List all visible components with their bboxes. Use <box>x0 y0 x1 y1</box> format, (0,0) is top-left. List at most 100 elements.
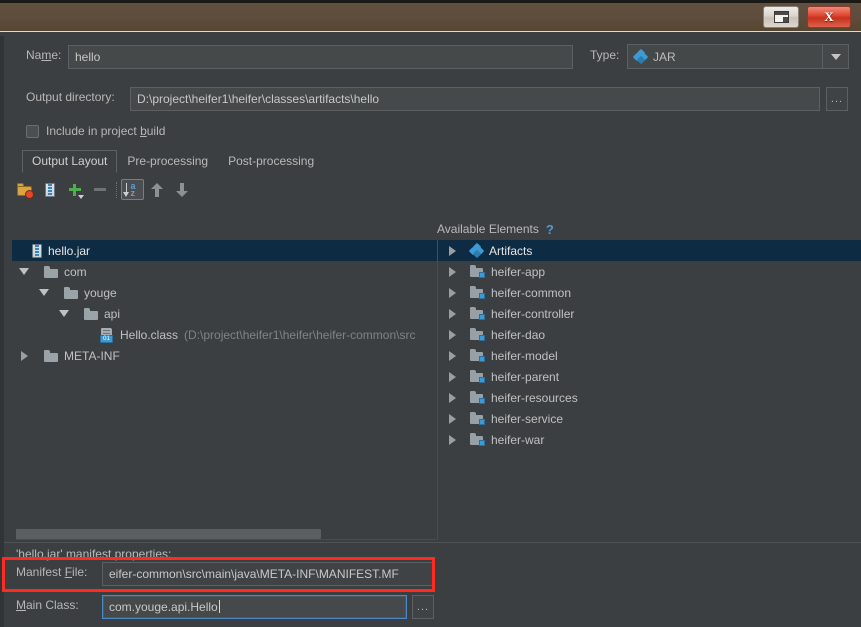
move-down-button[interactable] <box>169 179 194 201</box>
window-titlebar: X <box>0 0 861 32</box>
tree-row[interactable]: heifer-resources <box>438 387 861 408</box>
chevron-right-icon <box>448 245 456 256</box>
main-class-label: Main Class: <box>16 598 79 612</box>
tree-row[interactable]: heifer-model <box>438 345 861 366</box>
module-icon <box>470 328 485 341</box>
chevron-down-icon <box>830 53 841 60</box>
module-icon <box>470 433 485 446</box>
add-directory-button[interactable] <box>12 179 37 201</box>
output-directory-browse-button[interactable]: ... <box>826 87 848 111</box>
tree-row[interactable]: heifer-dao <box>438 324 861 345</box>
tree-twisty-collapsed[interactable] <box>444 308 460 319</box>
close-button[interactable]: X <box>807 6 851 28</box>
tree-row-label: heifer-resources <box>491 390 578 405</box>
tree-row[interactable]: Artifacts <box>438 240 861 261</box>
type-label: Type: <box>590 48 620 62</box>
section-divider <box>4 542 861 543</box>
main-class-value: com.youge.api.Hello <box>109 600 218 614</box>
tree-row-label: heifer-war <box>491 432 545 447</box>
tree-row[interactable]: heifer-parent <box>438 366 861 387</box>
tree-twisty-collapsed[interactable] <box>444 287 460 298</box>
chevron-down-icon <box>39 289 49 296</box>
type-combobox-value-wrap: JAR <box>628 45 822 68</box>
artifact-diamond-icon <box>468 242 485 259</box>
tree-twisty-expanded[interactable] <box>56 310 72 317</box>
output-layout-toolbar: az <box>12 177 437 202</box>
scrollbar-thumb[interactable] <box>16 529 321 539</box>
tree-twisty-collapsed[interactable] <box>444 434 460 445</box>
tree-twisty-collapsed[interactable] <box>444 371 460 382</box>
manifest-file-row: Manifest File: <box>16 565 87 579</box>
output-layout-tree[interactable]: hello.jar com youge api 01 Hello.class (… <box>12 240 437 530</box>
available-elements-tree[interactable]: Artifacts heifer-app heifer-common heife… <box>437 240 861 540</box>
main-class-input[interactable]: com.youge.api.Hello <box>102 595 407 619</box>
class-file-icon: 01 <box>100 327 114 343</box>
main-class-browse-button[interactable]: ... <box>412 595 434 619</box>
tree-twisty-expanded[interactable] <box>16 268 32 275</box>
tab-pre-processing[interactable]: Pre-processing <box>117 150 218 173</box>
type-combobox-arrow[interactable] <box>822 45 848 68</box>
tree-row[interactable]: heifer-service <box>438 408 861 429</box>
chevron-right-icon <box>448 329 456 340</box>
tree-row[interactable]: youge <box>12 282 437 303</box>
tree-row[interactable]: heifer-app <box>438 261 861 282</box>
restore-button[interactable] <box>763 6 799 28</box>
tree-row-label: api <box>104 306 121 321</box>
tree-row[interactable]: hello.jar <box>12 240 437 261</box>
move-up-button[interactable] <box>144 179 169 201</box>
chevron-right-icon <box>448 413 456 424</box>
tree-row[interactable]: api <box>12 303 437 324</box>
module-icon <box>470 370 485 383</box>
tree-twisty-collapsed[interactable] <box>444 413 460 424</box>
tree-row[interactable]: heifer-controller <box>438 303 861 324</box>
include-in-build-label: Include in project build <box>46 124 166 138</box>
tree-row-label: heifer-controller <box>491 306 575 321</box>
tree-row[interactable]: META-INF <box>12 345 437 366</box>
sort-button[interactable]: az <box>121 179 144 200</box>
remove-element-button[interactable] <box>87 179 112 201</box>
output-directory-row: Output directory: <box>26 90 115 104</box>
output-tree-hscrollbar[interactable] <box>16 529 436 540</box>
tree-twisty-collapsed[interactable] <box>444 329 460 340</box>
tree-twisty-collapsed[interactable] <box>16 350 32 361</box>
close-icon: X <box>824 9 834 24</box>
output-directory-input[interactable]: D:\project\heifer1\heifer\classes\artifa… <box>130 87 820 111</box>
dialog-body: Name: hello Type: JAR Output directory: <box>0 36 861 627</box>
manifest-file-label: Manifest File: <box>16 565 88 579</box>
tree-row[interactable]: heifer-common <box>438 282 861 303</box>
name-input[interactable]: hello <box>68 45 573 69</box>
tree-twisty-collapsed[interactable] <box>444 392 460 403</box>
name-label: Name: <box>26 48 62 62</box>
tree-twisty-collapsed[interactable] <box>444 266 460 277</box>
main-class-browse-label: ... <box>416 601 430 613</box>
tab-output-layout[interactable]: Output Layout <box>22 150 118 173</box>
tab-post-processing[interactable]: Post-processing <box>218 150 324 173</box>
manifest-file-input[interactable]: eifer-common\src\main\java\META-INF\MANI… <box>102 562 435 586</box>
tree-row[interactable]: com <box>12 261 437 282</box>
name-input-value: hello <box>75 50 101 64</box>
type-combobox[interactable]: JAR <box>627 44 849 69</box>
tree-twisty-expanded[interactable] <box>36 289 52 296</box>
available-elements-title: Available Elements <box>437 222 539 236</box>
tree-twisty-collapsed[interactable] <box>444 350 460 361</box>
tree-row-label: heifer-service <box>491 411 564 426</box>
available-elements-header: Available Elements ? <box>437 218 861 240</box>
tree-row-label: youge <box>84 285 117 300</box>
tree-row-label: heifer-common <box>491 285 572 300</box>
chevron-right-icon <box>448 434 456 445</box>
folder-icon <box>84 307 98 320</box>
help-icon[interactable]: ? <box>546 222 554 237</box>
add-archive-button[interactable] <box>37 179 62 201</box>
include-in-build-row[interactable]: Include in project build <box>26 124 165 138</box>
add-element-button[interactable] <box>62 179 87 201</box>
main-class-row: Main Class: <box>16 598 79 612</box>
tree-row-label: heifer-dao <box>491 327 546 342</box>
toolbar-separator <box>116 181 117 198</box>
manifest-properties-title: 'hello.jar' manifest properties: <box>16 547 172 561</box>
include-in-build-checkbox[interactable] <box>26 124 39 138</box>
tree-row[interactable]: heifer-war <box>438 429 861 450</box>
scrollbar-track <box>16 539 436 540</box>
tree-row[interactable]: 01 Hello.class (D:\project\heifer1\heife… <box>12 324 437 345</box>
chevron-right-icon <box>20 350 28 361</box>
tree-twisty-collapsed[interactable] <box>444 245 460 256</box>
